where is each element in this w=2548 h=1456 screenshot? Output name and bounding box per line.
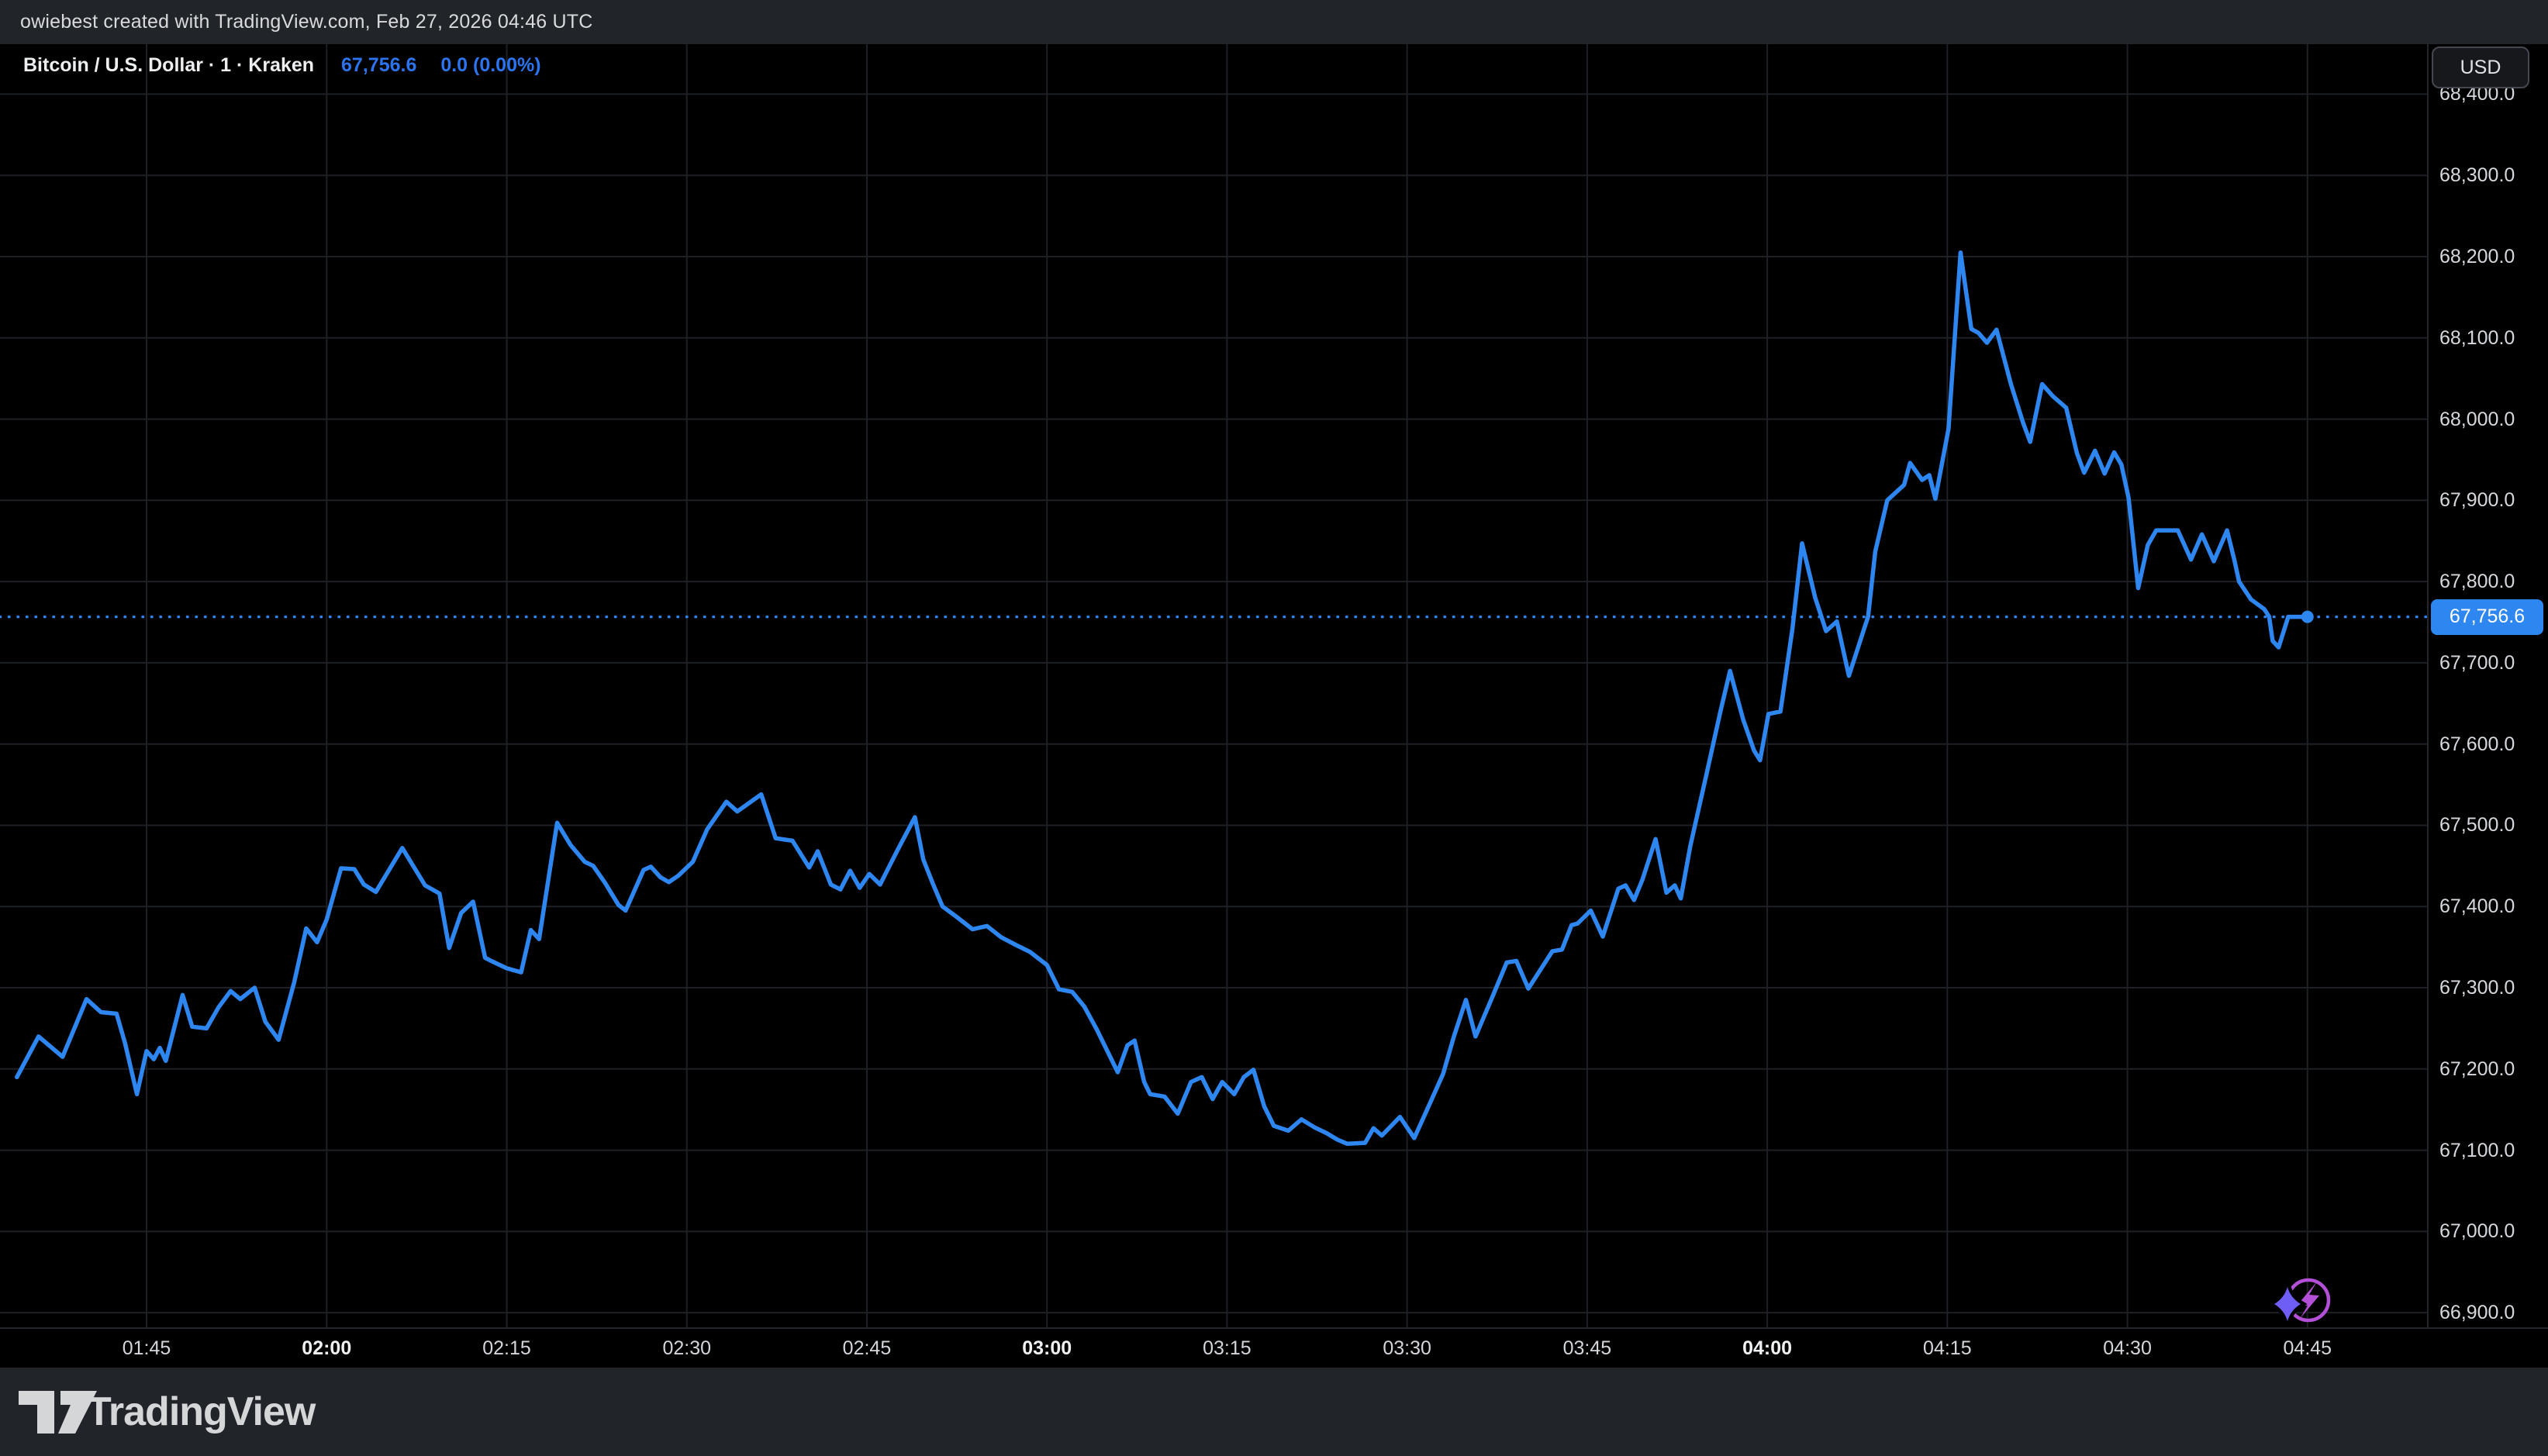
tradingview-snapshot: { "attribution": {"text": "owiebest crea… — [0, 0, 2548, 1456]
price-tick-label: 67,600.0 — [2439, 733, 2515, 756]
price-tick-label: 67,400.0 — [2439, 895, 2515, 918]
current-price-tag: 67,756.6 — [2431, 599, 2543, 635]
chart-canvas[interactable] — [0, 44, 2427, 1327]
attribution-bar: owiebest created with TradingView.com, F… — [0, 0, 2548, 44]
time-tick-label: 03:45 — [1563, 1329, 1612, 1368]
price-tick-label: 67,800.0 — [2439, 570, 2515, 593]
price-tick-label: 67,500.0 — [2439, 813, 2515, 837]
price-tick-label: 68,200.0 — [2439, 245, 2515, 268]
time-tick-label: 02:30 — [662, 1329, 711, 1368]
time-tick-label: 03:15 — [1203, 1329, 1252, 1368]
time-tick-label: 01:45 — [123, 1329, 171, 1368]
price-tick-label: 67,900.0 — [2439, 488, 2515, 512]
price-tick-label: 67,100.0 — [2439, 1139, 2515, 1162]
time-axis[interactable]: 01:45 02:00 02:15 02:30 02:45 03:00 03:15 03:30… — [0, 1327, 2548, 1368]
last-price-dot — [2301, 611, 2314, 623]
legend-price: 67,756.6 — [341, 54, 416, 76]
footer-bar: TradingView — [0, 1368, 2548, 1456]
price-line-series — [17, 253, 2308, 1144]
tradingview-logo-icon — [19, 1391, 98, 1434]
tradingview-logo[interactable]: TradingView — [87, 1368, 315, 1456]
price-tick-label: 68,000.0 — [2439, 408, 2515, 431]
price-axis[interactable]: USD 68,400.068,300.068,200.068,100.068,0… — [2427, 44, 2548, 1366]
time-tick-label: 04:45 — [2284, 1329, 2332, 1368]
time-tick-label: 03:30 — [1383, 1329, 1431, 1368]
time-tick-label: 03:00 — [1022, 1329, 1072, 1368]
chart-legend: Bitcoin / U.S. Dollar · 1 · Kraken 67,75… — [23, 54, 541, 77]
time-tick-label: 02:00 — [302, 1329, 351, 1368]
price-tick-label: 66,900.0 — [2439, 1301, 2515, 1324]
currency-button[interactable]: USD — [2432, 47, 2529, 88]
time-tick-label: 02:15 — [482, 1329, 531, 1368]
price-tick-label: 67,700.0 — [2439, 651, 2515, 675]
time-tick-label: 04:00 — [1742, 1329, 1792, 1368]
attribution-text: owiebest created with TradingView.com, F… — [20, 11, 593, 33]
price-tick-label: 68,100.0 — [2439, 326, 2515, 350]
time-tick-label: 04:30 — [2103, 1329, 2152, 1368]
price-tick-label: 67,000.0 — [2439, 1220, 2515, 1243]
price-tick-label: 67,300.0 — [2439, 976, 2515, 999]
flash-icon — [2274, 1280, 2329, 1321]
legend-symbol[interactable]: Bitcoin / U.S. Dollar · 1 · Kraken — [23, 54, 314, 76]
time-tick-label: 02:45 — [843, 1329, 892, 1368]
price-tick-label: 67,200.0 — [2439, 1057, 2515, 1081]
legend-change: 0.0 (0.00%) — [440, 54, 540, 76]
price-tick-label: 68,300.0 — [2439, 164, 2515, 187]
time-tick-label: 04:15 — [1923, 1329, 1972, 1368]
